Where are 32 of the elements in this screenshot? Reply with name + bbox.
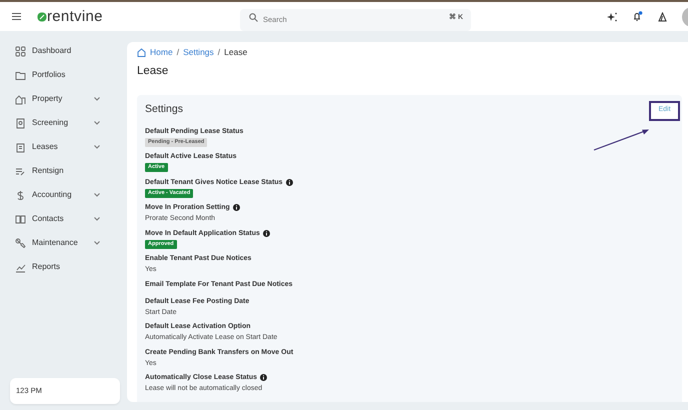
breadcrumb-current: Lease — [224, 46, 248, 59]
sidebar-item[interactable]: Maintenance — [10, 231, 120, 255]
sparkle-icon[interactable] — [607, 12, 617, 22]
document-search-icon — [15, 118, 26, 128]
page-title: Lease — [137, 64, 170, 79]
breadcrumb-link[interactable]: Settings — [183, 46, 214, 59]
dollar-icon — [15, 190, 26, 200]
house-icon — [15, 94, 26, 104]
breadcrumb-separator: / — [176, 46, 180, 59]
bell-icon[interactable] — [632, 11, 643, 22]
sidebar-item[interactable]: Accounting — [10, 183, 120, 207]
card-title: Settings — [145, 102, 183, 116]
logo-text: rentvine — [47, 9, 103, 24]
sidebar-item[interactable]: Screening — [10, 111, 120, 135]
breadcrumb-separator: / — [218, 46, 220, 59]
menu-icon[interactable] — [12, 13, 21, 20]
breadcrumb-link[interactable]: Home — [137, 46, 173, 59]
pen-lines-icon — [15, 166, 26, 176]
sidebar-item[interactable]: Leases — [10, 135, 120, 159]
home-icon — [137, 48, 146, 57]
folder-icon — [15, 70, 26, 80]
grid-icon — [15, 46, 26, 56]
search-icon — [249, 12, 258, 22]
sidebar-item[interactable]: Contacts — [10, 207, 120, 231]
book-icon — [15, 214, 26, 224]
leaf-logo-icon — [37, 12, 47, 22]
sidebar-item[interactable]: Property — [10, 87, 120, 111]
sidebar-item[interactable]: Rentsign — [10, 159, 120, 183]
sidebar-item[interactable]: Reports — [10, 255, 120, 279]
clipboard-icon — [15, 142, 26, 152]
sidebar-item[interactable]: Portfolios — [10, 63, 120, 87]
sidebar-item[interactable]: Dashboard — [10, 39, 120, 63]
